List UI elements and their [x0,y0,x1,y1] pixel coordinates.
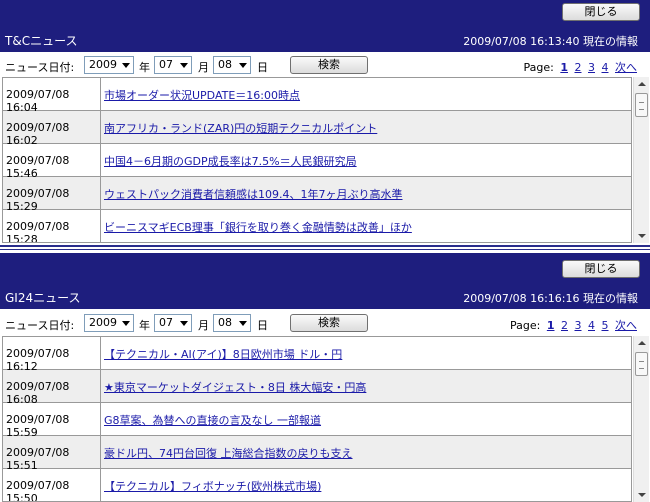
chevron-down-icon [122,63,130,68]
close-button[interactable]: 閉じる [562,3,640,21]
year-value: 2009 [89,316,117,329]
scroll-thumb[interactable] [635,93,648,117]
search-button[interactable]: 検索 [290,314,368,332]
scroll-thumb[interactable] [635,352,648,376]
news-row: 2009/07/08 16:02 南アフリカ・ランド(ZAR)円の短期テクニカル… [3,111,631,147]
chevron-down-icon [239,63,247,68]
next-page-link[interactable]: 次へ [615,319,637,332]
year-unit: 年 [139,319,150,332]
page-label: Page: [523,61,554,74]
page-link-2[interactable]: 2 [561,319,568,332]
page-link-3[interactable]: 3 [588,61,595,74]
close-button[interactable]: 閉じる [562,260,640,278]
news-list: 2009/07/08 16:12 【テクニカル・AI(アイ)】8日欧州市場 ドル… [2,336,632,502]
panel-title: GI24ニュース [5,291,81,305]
news-row: 2009/07/08 16:12 【テクニカル・AI(アイ)】8日欧州市場 ドル… [3,337,631,373]
chevron-down-icon [122,321,130,326]
page-link-4[interactable]: 4 [602,61,609,74]
cell-divider [100,403,101,435]
pagination: Page: 1 2 3 4 5 次へ [510,317,637,333]
page-link-1[interactable]: 1 [547,319,555,332]
news-row: 2009/07/08 16:04 市場オーダー状況UPDATE＝16:00時点 [3,78,631,114]
news-headline-link[interactable]: ビーニスマギECB理事「銀行を取り巻く金融情勢は改善」ほか [104,219,412,235]
scroll-down-arrow-icon[interactable] [634,229,650,243]
scroll-up-arrow-icon[interactable] [634,77,650,91]
cell-divider [100,436,101,468]
update-time: 2009/07/08 16:13:40 現在の情報 [463,35,638,48]
news-scrollbar[interactable] [633,77,649,243]
search-button[interactable]: 検索 [290,56,368,74]
cell-divider [100,370,101,402]
news-date: 2009/07/08 15:50 [6,479,70,502]
news-row: 2009/07/08 15:50 【テクニカル】フィボナッチ(欧州株式市場) [3,469,631,502]
month-value: 07 [159,58,173,71]
month-unit: 月 [198,319,209,332]
news-row: 2009/07/08 15:29 ウェストパック消費者信頼感は109.4、1年7… [3,177,631,213]
news-headline-link[interactable]: ウェストパック消費者信頼感は109.4、1年7ヶ月ぶり高水準 [104,186,403,202]
day-select[interactable]: 08 [213,314,251,332]
month-select[interactable]: 07 [154,56,192,74]
chevron-down-icon [180,321,188,326]
day-value: 08 [218,316,232,329]
chevron-down-icon [239,321,247,326]
month-value: 07 [159,316,173,329]
panel-header: 閉じる T&Cニュース 2009/07/08 16:13:40 現在の情報 [0,0,650,52]
day-unit: 日 [257,61,268,74]
news-headline-link[interactable]: G8草案、為替への直接の言及なし 一部報道 [104,412,321,428]
panel-header: 閉じる GI24ニュース 2009/07/08 16:16:16 現在の情報 [0,253,650,309]
news-headline-link[interactable]: 【テクニカル・AI(アイ)】8日欧州市場 ドル・円 [104,346,342,362]
page-label: Page: [510,319,541,332]
news-list: 2009/07/08 16:04 市場オーダー状況UPDATE＝16:00時点 … [2,77,632,243]
next-page-link[interactable]: 次へ [615,61,637,74]
news-row: 2009/07/08 16:08 ★東京マーケットダイジェスト・8日 株大幅安・… [3,370,631,406]
news-headline-link[interactable]: 【テクニカル】フィボナッチ(欧州株式市場) [104,478,321,494]
news-row: 2009/07/08 15:46 中国4－6月期のGDP成長率は7.5%＝人民銀… [3,144,631,180]
date-filter-bar: ニュース日付: 2009 年 07 月 08 日 検索 Page: 1 2 3 … [0,311,650,335]
news-date: 2009/07/08 15:28 [6,220,70,243]
page-link-2[interactable]: 2 [575,61,582,74]
year-select[interactable]: 2009 [84,314,134,332]
news-row: 2009/07/08 15:59 G8草案、為替への直接の言及なし 一部報道 [3,403,631,439]
year-unit: 年 [139,61,150,74]
news-headline-link[interactable]: 南アフリカ・ランド(ZAR)円の短期テクニカルポイント [104,120,377,136]
page-link-1[interactable]: 1 [560,61,568,74]
page-link-4[interactable]: 4 [588,319,595,332]
panel-title: T&Cニュース [5,34,78,48]
news-headline-link[interactable]: 市場オーダー状況UPDATE＝16:00時点 [104,87,300,103]
chevron-down-icon [180,63,188,68]
pagination: Page: 1 2 3 4 次へ [524,59,638,75]
day-value: 08 [218,58,232,71]
cell-divider [100,177,101,209]
gi24-news-panel: 閉じる GI24ニュース 2009/07/08 16:16:16 現在の情報 ニ… [0,253,650,502]
update-time: 2009/07/08 16:16:16 現在の情報 [463,292,638,305]
news-row: 2009/07/08 15:28 ビーニスマギECB理事「銀行を取り巻く金融情勢… [3,210,631,243]
day-select[interactable]: 08 [213,56,251,74]
tc-news-panel: 閉じる T&Cニュース 2009/07/08 16:13:40 現在の情報 ニュ… [0,0,650,245]
cell-divider [100,337,101,369]
day-unit: 日 [257,319,268,332]
cell-divider [100,144,101,176]
news-headline-link[interactable]: 豪ドル円、74円台回復 上海総合指数の戻りも支え [104,445,353,461]
scroll-up-arrow-icon[interactable] [634,336,650,350]
month-select[interactable]: 07 [154,314,192,332]
month-unit: 月 [198,61,209,74]
news-headline-link[interactable]: ★東京マーケットダイジェスト・8日 株大幅安・円高 [104,379,366,395]
cell-divider [100,469,101,501]
cell-divider [100,210,101,242]
cell-divider [100,78,101,110]
year-select[interactable]: 2009 [84,56,134,74]
date-filter-label: ニュース日付: [5,61,75,74]
news-row: 2009/07/08 15:51 豪ドル円、74円台回復 上海総合指数の戻りも支… [3,436,631,472]
news-scrollbar[interactable] [633,336,649,502]
page-link-5[interactable]: 5 [602,319,609,332]
date-filter-label: ニュース日付: [5,319,75,332]
scroll-down-arrow-icon[interactable] [634,488,650,502]
page-link-3[interactable]: 3 [575,319,582,332]
news-headline-link[interactable]: 中国4－6月期のGDP成長率は7.5%＝人民銀研究局 [104,153,357,169]
panel-divider [0,245,650,253]
cell-divider [100,111,101,143]
year-value: 2009 [89,58,117,71]
date-filter-bar: ニュース日付: 2009 年 07 月 08 日 検索 Page: 1 2 3 … [0,53,650,77]
